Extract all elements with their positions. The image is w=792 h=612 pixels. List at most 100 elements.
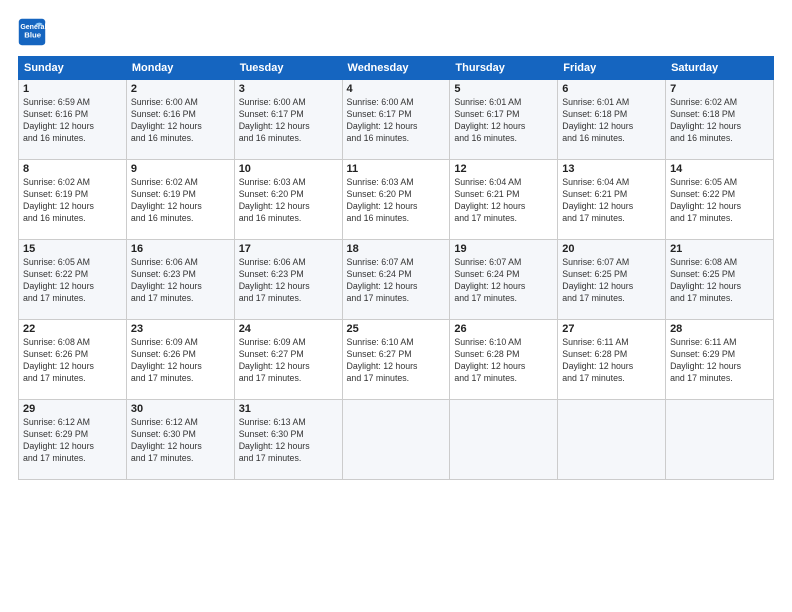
sunset-label: Sunset: 6:21 PM bbox=[454, 189, 519, 199]
calendar-cell: 1 Sunrise: 6:59 AM Sunset: 6:16 PM Dayli… bbox=[19, 80, 127, 160]
sunset-label: Sunset: 6:18 PM bbox=[670, 109, 735, 119]
sunset-label: Sunset: 6:25 PM bbox=[670, 269, 735, 279]
daylight-label: Daylight: 12 hours bbox=[23, 201, 94, 211]
daylight-detail: and 16 minutes. bbox=[347, 213, 410, 223]
calendar-cell: 22 Sunrise: 6:08 AM Sunset: 6:26 PM Dayl… bbox=[19, 320, 127, 400]
day-number: 29 bbox=[23, 403, 122, 415]
sunrise-label: Sunrise: 6:10 AM bbox=[347, 337, 414, 347]
calendar: SundayMondayTuesdayWednesdayThursdayFrid… bbox=[18, 56, 774, 480]
day-number: 20 bbox=[562, 243, 661, 255]
sunset-label: Sunset: 6:23 PM bbox=[239, 269, 304, 279]
day-number: 22 bbox=[23, 323, 122, 335]
daylight-detail: and 17 minutes. bbox=[23, 293, 86, 303]
day-info: Sunrise: 6:13 AM Sunset: 6:30 PM Dayligh… bbox=[239, 417, 338, 465]
daylight-detail: and 16 minutes. bbox=[454, 133, 517, 143]
sunrise-label: Sunrise: 6:04 AM bbox=[562, 177, 629, 187]
sunset-label: Sunset: 6:30 PM bbox=[131, 429, 196, 439]
daylight-label: Daylight: 12 hours bbox=[670, 201, 741, 211]
sunset-label: Sunset: 6:17 PM bbox=[454, 109, 519, 119]
sunrise-label: Sunrise: 6:07 AM bbox=[347, 257, 414, 267]
calendar-cell: 29 Sunrise: 6:12 AM Sunset: 6:29 PM Dayl… bbox=[19, 400, 127, 480]
daylight-label: Daylight: 12 hours bbox=[670, 121, 741, 131]
day-number: 24 bbox=[239, 323, 338, 335]
daylight-label: Daylight: 12 hours bbox=[239, 121, 310, 131]
sunrise-label: Sunrise: 6:11 AM bbox=[562, 337, 628, 347]
day-number: 16 bbox=[131, 243, 230, 255]
day-number: 19 bbox=[454, 243, 553, 255]
calendar-header-wednesday: Wednesday bbox=[342, 57, 450, 80]
day-number: 7 bbox=[670, 83, 769, 95]
calendar-week-row: 29 Sunrise: 6:12 AM Sunset: 6:29 PM Dayl… bbox=[19, 400, 774, 480]
svg-text:Blue: Blue bbox=[24, 30, 42, 39]
sunrise-label: Sunrise: 6:08 AM bbox=[670, 257, 737, 267]
sunrise-label: Sunrise: 6:01 AM bbox=[454, 97, 521, 107]
sunrise-label: Sunrise: 6:02 AM bbox=[131, 177, 198, 187]
calendar-cell: 24 Sunrise: 6:09 AM Sunset: 6:27 PM Dayl… bbox=[234, 320, 342, 400]
daylight-label: Daylight: 12 hours bbox=[562, 121, 633, 131]
calendar-cell bbox=[666, 400, 774, 480]
calendar-cell: 10 Sunrise: 6:03 AM Sunset: 6:20 PM Dayl… bbox=[234, 160, 342, 240]
calendar-header-sunday: Sunday bbox=[19, 57, 127, 80]
daylight-label: Daylight: 12 hours bbox=[239, 441, 310, 451]
daylight-label: Daylight: 12 hours bbox=[131, 121, 202, 131]
daylight-detail: and 16 minutes. bbox=[131, 133, 194, 143]
calendar-cell: 20 Sunrise: 6:07 AM Sunset: 6:25 PM Dayl… bbox=[558, 240, 666, 320]
sunset-label: Sunset: 6:20 PM bbox=[347, 189, 412, 199]
daylight-label: Daylight: 12 hours bbox=[454, 121, 525, 131]
calendar-header-thursday: Thursday bbox=[450, 57, 558, 80]
day-info: Sunrise: 6:02 AM Sunset: 6:19 PM Dayligh… bbox=[23, 177, 122, 225]
logo: General Blue bbox=[18, 18, 50, 46]
daylight-detail: and 17 minutes. bbox=[239, 373, 302, 383]
daylight-detail: and 17 minutes. bbox=[347, 373, 410, 383]
calendar-header-friday: Friday bbox=[558, 57, 666, 80]
day-number: 4 bbox=[347, 83, 446, 95]
sunrise-label: Sunrise: 6:13 AM bbox=[239, 417, 306, 427]
calendar-cell bbox=[342, 400, 450, 480]
daylight-detail: and 17 minutes. bbox=[670, 293, 733, 303]
sunset-label: Sunset: 6:20 PM bbox=[239, 189, 304, 199]
day-number: 15 bbox=[23, 243, 122, 255]
sunset-label: Sunset: 6:27 PM bbox=[239, 349, 304, 359]
sunrise-label: Sunrise: 6:59 AM bbox=[23, 97, 90, 107]
day-number: 17 bbox=[239, 243, 338, 255]
sunrise-label: Sunrise: 6:12 AM bbox=[131, 417, 198, 427]
sunrise-label: Sunrise: 6:09 AM bbox=[239, 337, 306, 347]
calendar-cell: 21 Sunrise: 6:08 AM Sunset: 6:25 PM Dayl… bbox=[666, 240, 774, 320]
calendar-cell: 23 Sunrise: 6:09 AM Sunset: 6:26 PM Dayl… bbox=[126, 320, 234, 400]
day-info: Sunrise: 6:10 AM Sunset: 6:28 PM Dayligh… bbox=[454, 337, 553, 385]
sunset-label: Sunset: 6:24 PM bbox=[454, 269, 519, 279]
calendar-cell: 4 Sunrise: 6:00 AM Sunset: 6:17 PM Dayli… bbox=[342, 80, 450, 160]
sunrise-label: Sunrise: 6:07 AM bbox=[562, 257, 629, 267]
daylight-label: Daylight: 12 hours bbox=[131, 281, 202, 291]
calendar-cell: 25 Sunrise: 6:10 AM Sunset: 6:27 PM Dayl… bbox=[342, 320, 450, 400]
day-number: 6 bbox=[562, 83, 661, 95]
daylight-detail: and 17 minutes. bbox=[347, 293, 410, 303]
daylight-detail: and 16 minutes. bbox=[670, 133, 733, 143]
daylight-detail: and 16 minutes. bbox=[239, 133, 302, 143]
daylight-label: Daylight: 12 hours bbox=[239, 281, 310, 291]
calendar-cell: 13 Sunrise: 6:04 AM Sunset: 6:21 PM Dayl… bbox=[558, 160, 666, 240]
day-info: Sunrise: 6:05 AM Sunset: 6:22 PM Dayligh… bbox=[23, 257, 122, 305]
day-number: 11 bbox=[347, 163, 446, 175]
daylight-detail: and 17 minutes. bbox=[562, 293, 625, 303]
daylight-detail: and 16 minutes. bbox=[347, 133, 410, 143]
sunset-label: Sunset: 6:22 PM bbox=[670, 189, 735, 199]
sunrise-label: Sunrise: 6:03 AM bbox=[239, 177, 306, 187]
daylight-label: Daylight: 12 hours bbox=[347, 201, 418, 211]
daylight-label: Daylight: 12 hours bbox=[23, 281, 94, 291]
day-number: 8 bbox=[23, 163, 122, 175]
calendar-cell: 19 Sunrise: 6:07 AM Sunset: 6:24 PM Dayl… bbox=[450, 240, 558, 320]
daylight-detail: and 17 minutes. bbox=[23, 453, 86, 463]
sunrise-label: Sunrise: 6:06 AM bbox=[239, 257, 306, 267]
calendar-cell bbox=[558, 400, 666, 480]
day-info: Sunrise: 6:01 AM Sunset: 6:18 PM Dayligh… bbox=[562, 97, 661, 145]
sunrise-label: Sunrise: 6:01 AM bbox=[562, 97, 629, 107]
sunrise-label: Sunrise: 6:02 AM bbox=[670, 97, 737, 107]
day-info: Sunrise: 6:05 AM Sunset: 6:22 PM Dayligh… bbox=[670, 177, 769, 225]
page: General Blue SundayMondayTuesdayWednesda… bbox=[0, 0, 792, 612]
daylight-detail: and 17 minutes. bbox=[454, 293, 517, 303]
day-number: 23 bbox=[131, 323, 230, 335]
daylight-label: Daylight: 12 hours bbox=[454, 361, 525, 371]
calendar-cell: 15 Sunrise: 6:05 AM Sunset: 6:22 PM Dayl… bbox=[19, 240, 127, 320]
daylight-detail: and 17 minutes. bbox=[454, 373, 517, 383]
